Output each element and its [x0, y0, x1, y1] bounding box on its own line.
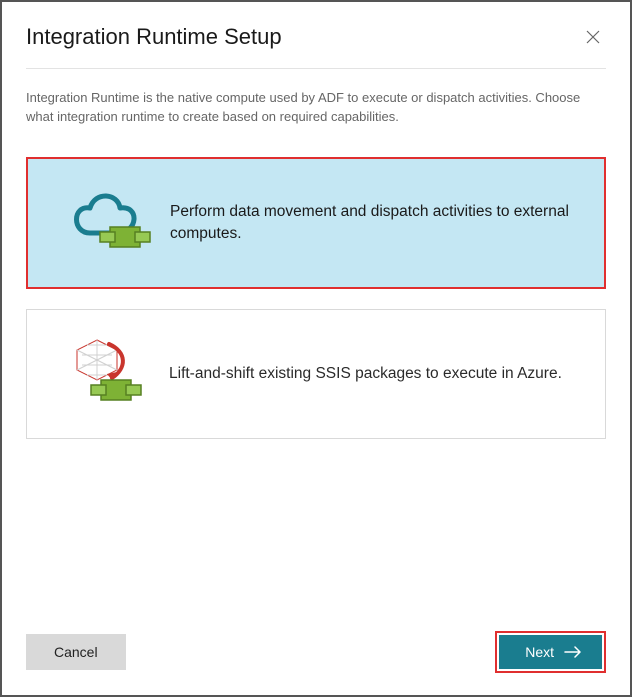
option-cloud-runtime[interactable]: Perform data movement and dispatch activ…: [26, 157, 606, 289]
modal-title: Integration Runtime Setup: [26, 24, 282, 50]
close-button[interactable]: [580, 24, 606, 50]
ssis-shift-icon: [49, 334, 169, 414]
modal-description: Integration Runtime is the native comput…: [2, 69, 630, 127]
option-ssis-runtime[interactable]: Lift-and-shift existing SSIS packages to…: [26, 309, 606, 439]
option-cloud-label: Perform data movement and dispatch activ…: [170, 201, 582, 244]
cloud-shift-icon: [50, 183, 170, 263]
modal-footer: Cancel Next: [2, 631, 630, 695]
option-ssis-label: Lift-and-shift existing SSIS packages to…: [169, 363, 572, 385]
next-button-highlight: Next: [495, 631, 606, 673]
arrow-right-icon: [564, 646, 582, 658]
next-button[interactable]: Next: [499, 635, 602, 669]
options-list: Perform data movement and dispatch activ…: [2, 127, 630, 439]
close-icon: [584, 28, 602, 46]
modal-header: Integration Runtime Setup: [2, 2, 630, 68]
cancel-button[interactable]: Cancel: [26, 634, 126, 670]
next-button-label: Next: [525, 644, 554, 660]
integration-runtime-setup-modal: Integration Runtime Setup Integration Ru…: [0, 0, 632, 697]
